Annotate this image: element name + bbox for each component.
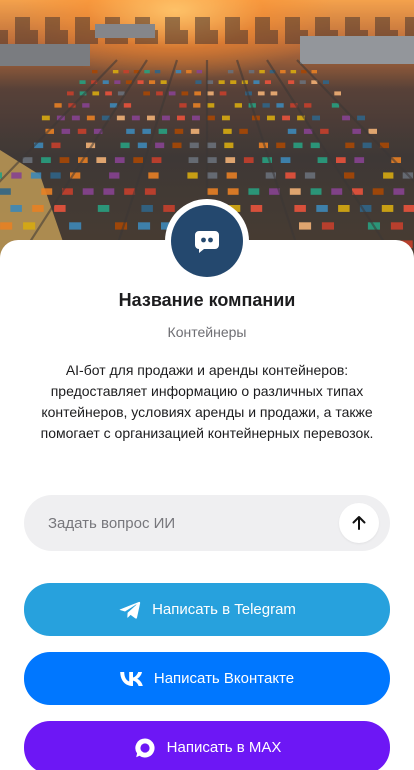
company-category: Контейнеры [167, 324, 247, 340]
avatar [165, 199, 249, 283]
ask-ai-box [24, 495, 390, 551]
max-button[interactable]: Написать в MAX [24, 721, 390, 770]
company-name: Название компании [118, 290, 296, 310]
vk-icon [120, 667, 144, 691]
telegram-button[interactable]: Написать в Telegram [24, 583, 390, 636]
ask-ai-input[interactable] [48, 495, 338, 551]
telegram-button-label: Написать в Telegram [152, 601, 296, 618]
send-button[interactable] [339, 503, 379, 543]
vk-button[interactable]: Написать Вконтакте [24, 652, 390, 705]
vk-button-label: Написать Вконтакте [153, 670, 295, 687]
company-description: AI-бот для продажи и аренды контейнеров:… [40, 362, 374, 441]
max-button-label: Написать в MAX [166, 739, 282, 756]
chat-bot-icon [195, 231, 219, 253]
arrow-up-icon [352, 516, 366, 530]
telegram-icon [118, 598, 142, 622]
bot-avatar [171, 205, 243, 277]
max-icon [133, 736, 157, 760]
